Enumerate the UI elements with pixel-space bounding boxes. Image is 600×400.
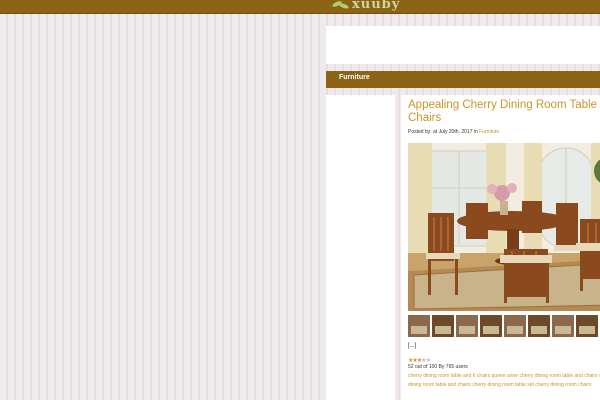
tag-link[interactable]: cherry dining room chairs	[535, 382, 591, 388]
site-logo[interactable]: xuuby	[331, 0, 401, 13]
image-thumbnails	[408, 315, 600, 337]
category-bar-label[interactable]: Furniture	[339, 74, 370, 81]
thumbnail[interactable]	[552, 315, 574, 337]
post-tags: cherry dining room table and 6 chairs qu…	[408, 372, 600, 389]
thumbnail[interactable]	[576, 315, 598, 337]
ad-banner	[326, 26, 600, 64]
post-content: Appealing Cherry Dining Room Table And C…	[401, 95, 600, 400]
tag-link[interactable]: cherry dining room table and 6 chairs	[408, 373, 490, 379]
thumbnail[interactable]	[432, 315, 454, 337]
category-bar: Furniture	[326, 71, 600, 88]
post-title[interactable]: Appealing Cherry Dining Room Table And C…	[408, 99, 600, 124]
post-meta: Posted by: at July 20th, 2017 in Furnitu…	[408, 129, 499, 135]
thumbnail[interactable]	[408, 315, 430, 337]
post-category-link[interactable]: Furniture	[479, 129, 499, 135]
thumbnail[interactable]	[456, 315, 478, 337]
rating-votes: 52 out of 100 By 765 users	[408, 364, 468, 370]
post-meta-text: Posted by: at July 20th, 2017 in	[408, 129, 480, 135]
post-excerpt: [...]	[408, 343, 417, 349]
sidebar	[326, 95, 395, 400]
tag-link[interactable]: queen anne cherry dining room table and …	[492, 373, 598, 379]
leaf-icon	[331, 0, 350, 10]
dining-room-photo	[408, 143, 600, 311]
tag-link[interactable]: cherry dining room table set	[472, 382, 534, 388]
hero-image[interactable]	[408, 143, 600, 311]
thumbnail[interactable]	[480, 315, 502, 337]
thumbnail[interactable]	[528, 315, 550, 337]
rating-stars[interactable]: ★★★★★	[408, 357, 431, 364]
logo-text: xuuby	[352, 0, 401, 12]
thumbnail[interactable]	[504, 315, 526, 337]
header-bar: xuuby	[0, 0, 600, 14]
